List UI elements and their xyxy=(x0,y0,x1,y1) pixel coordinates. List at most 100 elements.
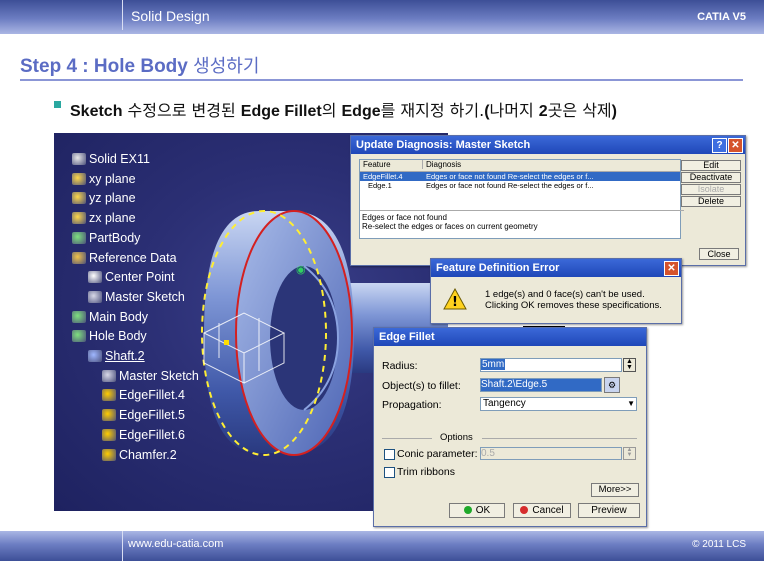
header-section-title: Solid Design xyxy=(131,8,210,24)
tree-node[interactable]: EdgeFillet.5 xyxy=(102,408,185,422)
cancel-button[interactable]: Cancel xyxy=(513,503,571,518)
propagation-label: Propagation: xyxy=(382,399,442,411)
tree-node[interactable]: Main Body xyxy=(72,310,148,324)
options-label: Options xyxy=(440,432,473,443)
help-icon[interactable]: ? xyxy=(712,138,727,153)
trim-ribbons-label: Trim ribbons xyxy=(397,466,455,478)
sketch-icon xyxy=(102,369,116,382)
tree-node-label: Master Sketch xyxy=(105,289,185,304)
body-icon xyxy=(72,310,86,323)
tree-node-label: xy plane xyxy=(89,171,136,186)
part-icon xyxy=(72,153,86,165)
subtitle-run: 곳은 삭제 xyxy=(547,101,612,120)
tree-node[interactable]: Shaft.2 xyxy=(88,349,145,363)
warning-icon: ! xyxy=(443,288,467,310)
tree-node-label: Shaft.2 xyxy=(105,349,145,363)
edit-button[interactable]: Edit xyxy=(681,160,741,171)
deactivate-button[interactable]: Deactivate xyxy=(681,172,741,183)
propagation-select[interactable]: Tangency ▼ xyxy=(480,397,637,411)
chevron-down-icon: ▼ xyxy=(627,399,635,408)
subtitle-run: Edge Fillet xyxy=(240,103,322,120)
conic-parameter-input[interactable]: 0.5 xyxy=(480,447,622,460)
title-underline xyxy=(20,79,743,81)
fillet-icon xyxy=(102,409,116,422)
plane-icon xyxy=(72,212,86,225)
isolate-button[interactable]: Isolate xyxy=(681,184,741,195)
conic-parameter-label: Conic parameter: xyxy=(397,448,478,460)
header-product-name: CATIA V5 xyxy=(697,11,746,23)
radius-label: Radius: xyxy=(382,360,418,372)
cancel-label: Cancel xyxy=(532,505,564,516)
objects-label: Object(s) to fillet: xyxy=(382,380,461,392)
fillet-error-icon xyxy=(102,389,116,402)
edge-fillet-title: Edge Fillet xyxy=(379,331,435,343)
tree-node[interactable]: EdgeFillet.6 xyxy=(102,428,185,442)
diagnosis-feature: EdgeFillet.4 xyxy=(363,172,403,181)
tree-node[interactable]: Master Sketch xyxy=(102,369,199,383)
ok-button[interactable]: OK xyxy=(449,503,505,518)
delete-button[interactable]: Delete xyxy=(681,196,741,207)
subtitle-run: ) xyxy=(611,103,617,120)
close-button[interactable]: Close xyxy=(699,248,739,260)
tree-node[interactable]: Master Sketch xyxy=(88,290,185,304)
column-diagnosis[interactable]: Diagnosis xyxy=(422,160,461,169)
tree-node[interactable]: Center Point xyxy=(88,270,174,284)
diagnosis-table-header: Feature Diagnosis xyxy=(360,160,680,172)
slide-subtitle: Sketch 수정으로 변경된 Edge Fillet의 Edge를 재지정 하… xyxy=(70,97,617,121)
diagnosis-feature: Edge.1 xyxy=(368,181,392,190)
error-dialog-titlebar: Feature Definition Error ✕ xyxy=(431,259,681,277)
trim-ribbons-checkbox[interactable] xyxy=(384,467,395,478)
bullet-marker xyxy=(54,101,61,108)
tree-node[interactable]: Solid EX11 xyxy=(72,152,150,166)
close-icon[interactable]: ✕ xyxy=(728,138,743,153)
conic-parameter-checkbox[interactable] xyxy=(384,449,395,460)
diagnosis-message-line: Edges or face not found xyxy=(362,213,447,222)
update-diagnosis-title: Update Diagnosis: Master Sketch xyxy=(356,139,531,151)
subtitle-run: Sketch xyxy=(70,103,123,120)
tree-node[interactable]: EdgeFillet.4 xyxy=(102,388,185,402)
selection-list-icon[interactable]: ⚙ xyxy=(604,377,620,393)
tree-node[interactable]: yz plane xyxy=(72,191,136,205)
geoset-icon xyxy=(72,251,86,264)
diagnosis-text: Edges or face not found Re-select the ed… xyxy=(426,172,594,181)
objects-to-fillet-field[interactable]: Shaft.2\Edge.5 xyxy=(480,378,602,392)
tree-node[interactable]: Chamfer.2 xyxy=(102,448,177,462)
column-feature[interactable]: Feature xyxy=(363,160,391,169)
conic-spinner[interactable]: ▲ ▼ xyxy=(623,447,636,460)
preview-button[interactable]: Preview xyxy=(578,503,640,518)
header-bar: Solid Design CATIA V5 xyxy=(0,0,764,34)
radius-input[interactable]: 5mm xyxy=(480,358,622,372)
cancel-icon xyxy=(520,506,529,514)
slide-title: Step 4 : Hole Body 생성하기 xyxy=(20,52,259,78)
sketch-icon xyxy=(88,290,102,303)
chamfer-icon xyxy=(102,448,116,461)
diagnosis-row[interactable]: EdgeFillet.4 Edges or face not found Re-s… xyxy=(360,172,680,181)
tree-node[interactable]: zx plane xyxy=(72,211,136,225)
tree-node-label: Hole Body xyxy=(89,329,147,344)
radius-spinner[interactable]: ▲ ▼ xyxy=(623,358,636,372)
edge-fillet-dialog: Edge Fillet Radius: 5mm ▲ ▼ Object(s) to … xyxy=(373,327,647,527)
tree-node-label: Solid EX11 xyxy=(89,152,150,166)
body-icon xyxy=(72,231,86,244)
feature-definition-error-dialog: Feature Definition Error ✕ ! 1 edge(s) a… xyxy=(430,258,682,340)
tree-node[interactable]: PartBody xyxy=(72,231,140,245)
tree-node[interactable]: xy plane xyxy=(72,172,136,186)
subtitle-run: 2 xyxy=(538,103,548,120)
plane-icon xyxy=(72,192,86,205)
footer-url[interactable]: www.edu-catia.com xyxy=(128,538,223,550)
body-icon xyxy=(72,330,86,343)
tree-node[interactable]: Hole Body xyxy=(72,329,147,343)
more-button[interactable]: More>> xyxy=(591,483,639,497)
slide-title-en: Step 4 : Hole Body xyxy=(20,56,194,77)
close-icon[interactable]: ✕ xyxy=(664,261,679,276)
tree-node-label: Main Body xyxy=(89,309,149,324)
diagnosis-row[interactable]: Edge.1 Edges or face not found Re-select … xyxy=(360,181,680,190)
tree-node[interactable]: Reference Data xyxy=(72,251,177,265)
tree-node-label: zx plane xyxy=(89,211,136,226)
options-divider-right xyxy=(482,438,637,439)
point-icon xyxy=(88,271,102,284)
svg-text:!: ! xyxy=(452,295,458,310)
svg-text:◉: ◉ xyxy=(296,263,306,276)
radius-value: 5mm xyxy=(481,359,506,370)
update-diagnosis-dialog: Update Diagnosis: Master Sketch ? ✕ Feat… xyxy=(350,135,746,266)
